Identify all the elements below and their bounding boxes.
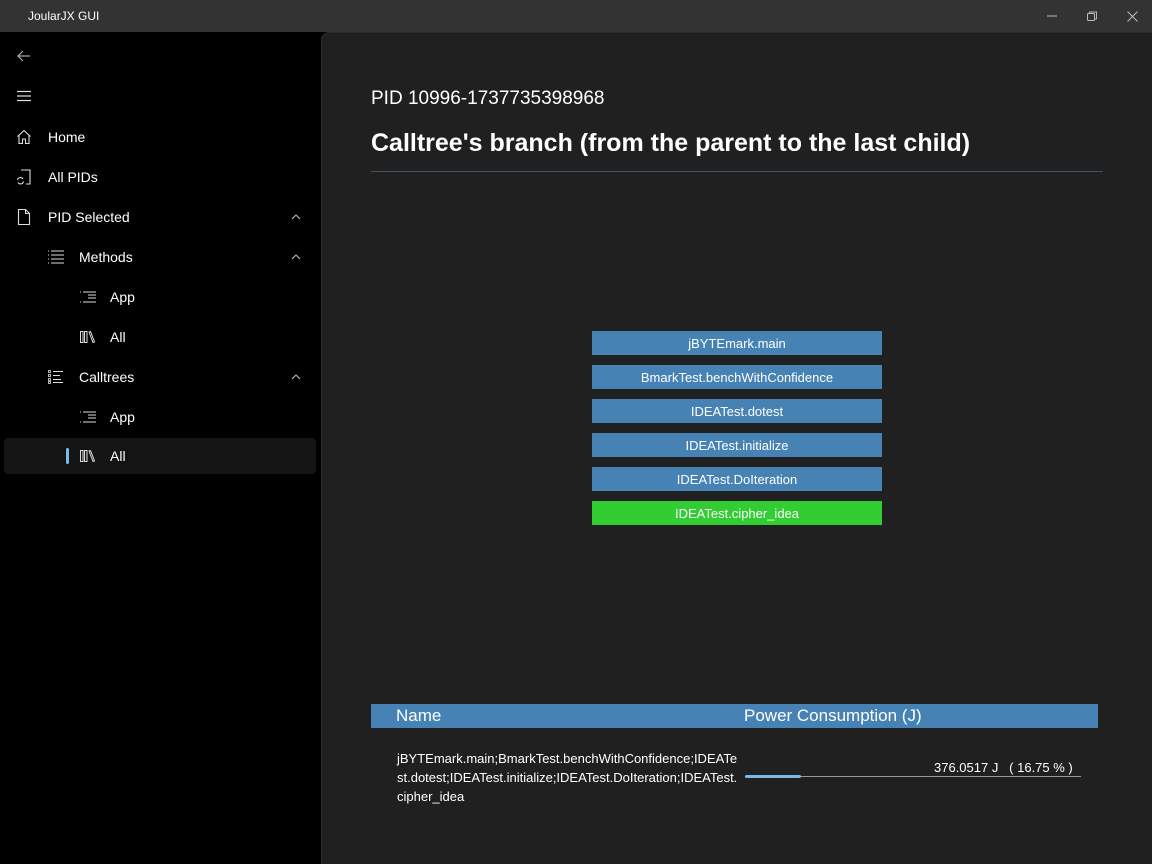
row-energy-value: 376.0517 J ( 16.75 % ): [934, 760, 1073, 775]
column-header-power[interactable]: Power Consumption (J): [744, 706, 922, 726]
nav-item-label: All PIDs: [48, 169, 98, 185]
branch-node[interactable]: IDEATest.dotest: [592, 399, 882, 423]
home-icon: [14, 127, 34, 147]
nav-item-home[interactable]: Home: [4, 119, 316, 155]
indent-list-icon: [78, 287, 98, 307]
chevron-up-icon[interactable]: [290, 371, 302, 383]
nav-item-label: Methods: [79, 249, 133, 265]
chevron-up-icon[interactable]: [290, 211, 302, 223]
indent-list-icon: [78, 407, 98, 427]
content-frame: PID 10996-1737735398968 Calltree's branc…: [321, 32, 1152, 864]
menu-toggle-button[interactable]: [8, 80, 40, 112]
row-name: jBYTEmark.main;BmarkTest.benchWithConfid…: [397, 751, 738, 804]
branch-node[interactable]: jBYTEmark.main: [592, 331, 882, 355]
nav-item-methods-app[interactable]: App: [4, 279, 316, 315]
calltree-branch: jBYTEmark.main BmarkTest.benchWithConfid…: [592, 331, 882, 535]
nav-item-label: Calltrees: [79, 369, 135, 385]
page-title: Calltree's branch (from the parent to th…: [371, 129, 971, 157]
nav-item-calltrees-all[interactable]: All: [4, 438, 316, 474]
back-arrow-icon: [17, 50, 30, 62]
nav-item-label: PID Selected: [48, 209, 130, 225]
nav-item-calltrees-app[interactable]: App: [4, 399, 316, 435]
nav-item-label: All: [110, 448, 126, 464]
nav-item-all-pids[interactable]: All PIDs: [4, 159, 316, 195]
title-bar: JoularJX GUI: [0, 0, 1152, 32]
branch-node[interactable]: BmarkTest.benchWithConfidence: [592, 365, 882, 389]
minimize-button[interactable]: [1032, 0, 1072, 32]
nav-item-methods[interactable]: Methods: [4, 239, 316, 275]
chevron-up-icon[interactable]: [290, 251, 302, 263]
column-header-name[interactable]: Name: [396, 706, 441, 726]
document-icon: [14, 207, 34, 227]
nav-item-label: App: [110, 289, 135, 305]
progress-fill: [745, 775, 802, 778]
hamburger-icon: [17, 90, 31, 102]
pid-list-icon: [14, 167, 34, 187]
bullet-list-icon: [46, 367, 66, 387]
back-button[interactable]: [8, 40, 40, 72]
close-button[interactable]: [1112, 0, 1152, 32]
nav-item-label: All: [110, 329, 126, 345]
minimize-icon: [1047, 15, 1057, 17]
title-divider: [371, 171, 1103, 172]
maximize-button[interactable]: [1072, 0, 1112, 32]
table-header: Name Power Consumption (J): [371, 704, 1098, 728]
list-icon: [46, 247, 66, 267]
nav-item-methods-all[interactable]: All: [4, 319, 316, 355]
branch-node-leaf[interactable]: IDEATest.cipher_idea: [592, 501, 882, 525]
selection-indicator: [66, 448, 69, 464]
nav-item-label: Home: [48, 129, 86, 145]
energy-progress-bar: [745, 775, 1081, 779]
navigation-pane: Home All PIDs PID Selected Methods App A…: [0, 32, 321, 864]
maximize-icon: [1087, 11, 1097, 21]
app-title: JoularJX GUI: [28, 9, 100, 23]
branch-node[interactable]: IDEATest.initialize: [592, 433, 882, 457]
nav-item-label: App: [110, 409, 135, 425]
nav-item-calltrees[interactable]: Calltrees: [4, 359, 316, 395]
pid-label: PID 10996-1737735398968: [371, 88, 605, 109]
close-icon: [1126, 10, 1138, 22]
nav-item-pid-selected[interactable]: PID Selected: [4, 199, 316, 235]
library-icon: [78, 327, 98, 347]
branch-node[interactable]: IDEATest.DoIteration: [592, 467, 882, 491]
library-icon: [78, 446, 98, 466]
